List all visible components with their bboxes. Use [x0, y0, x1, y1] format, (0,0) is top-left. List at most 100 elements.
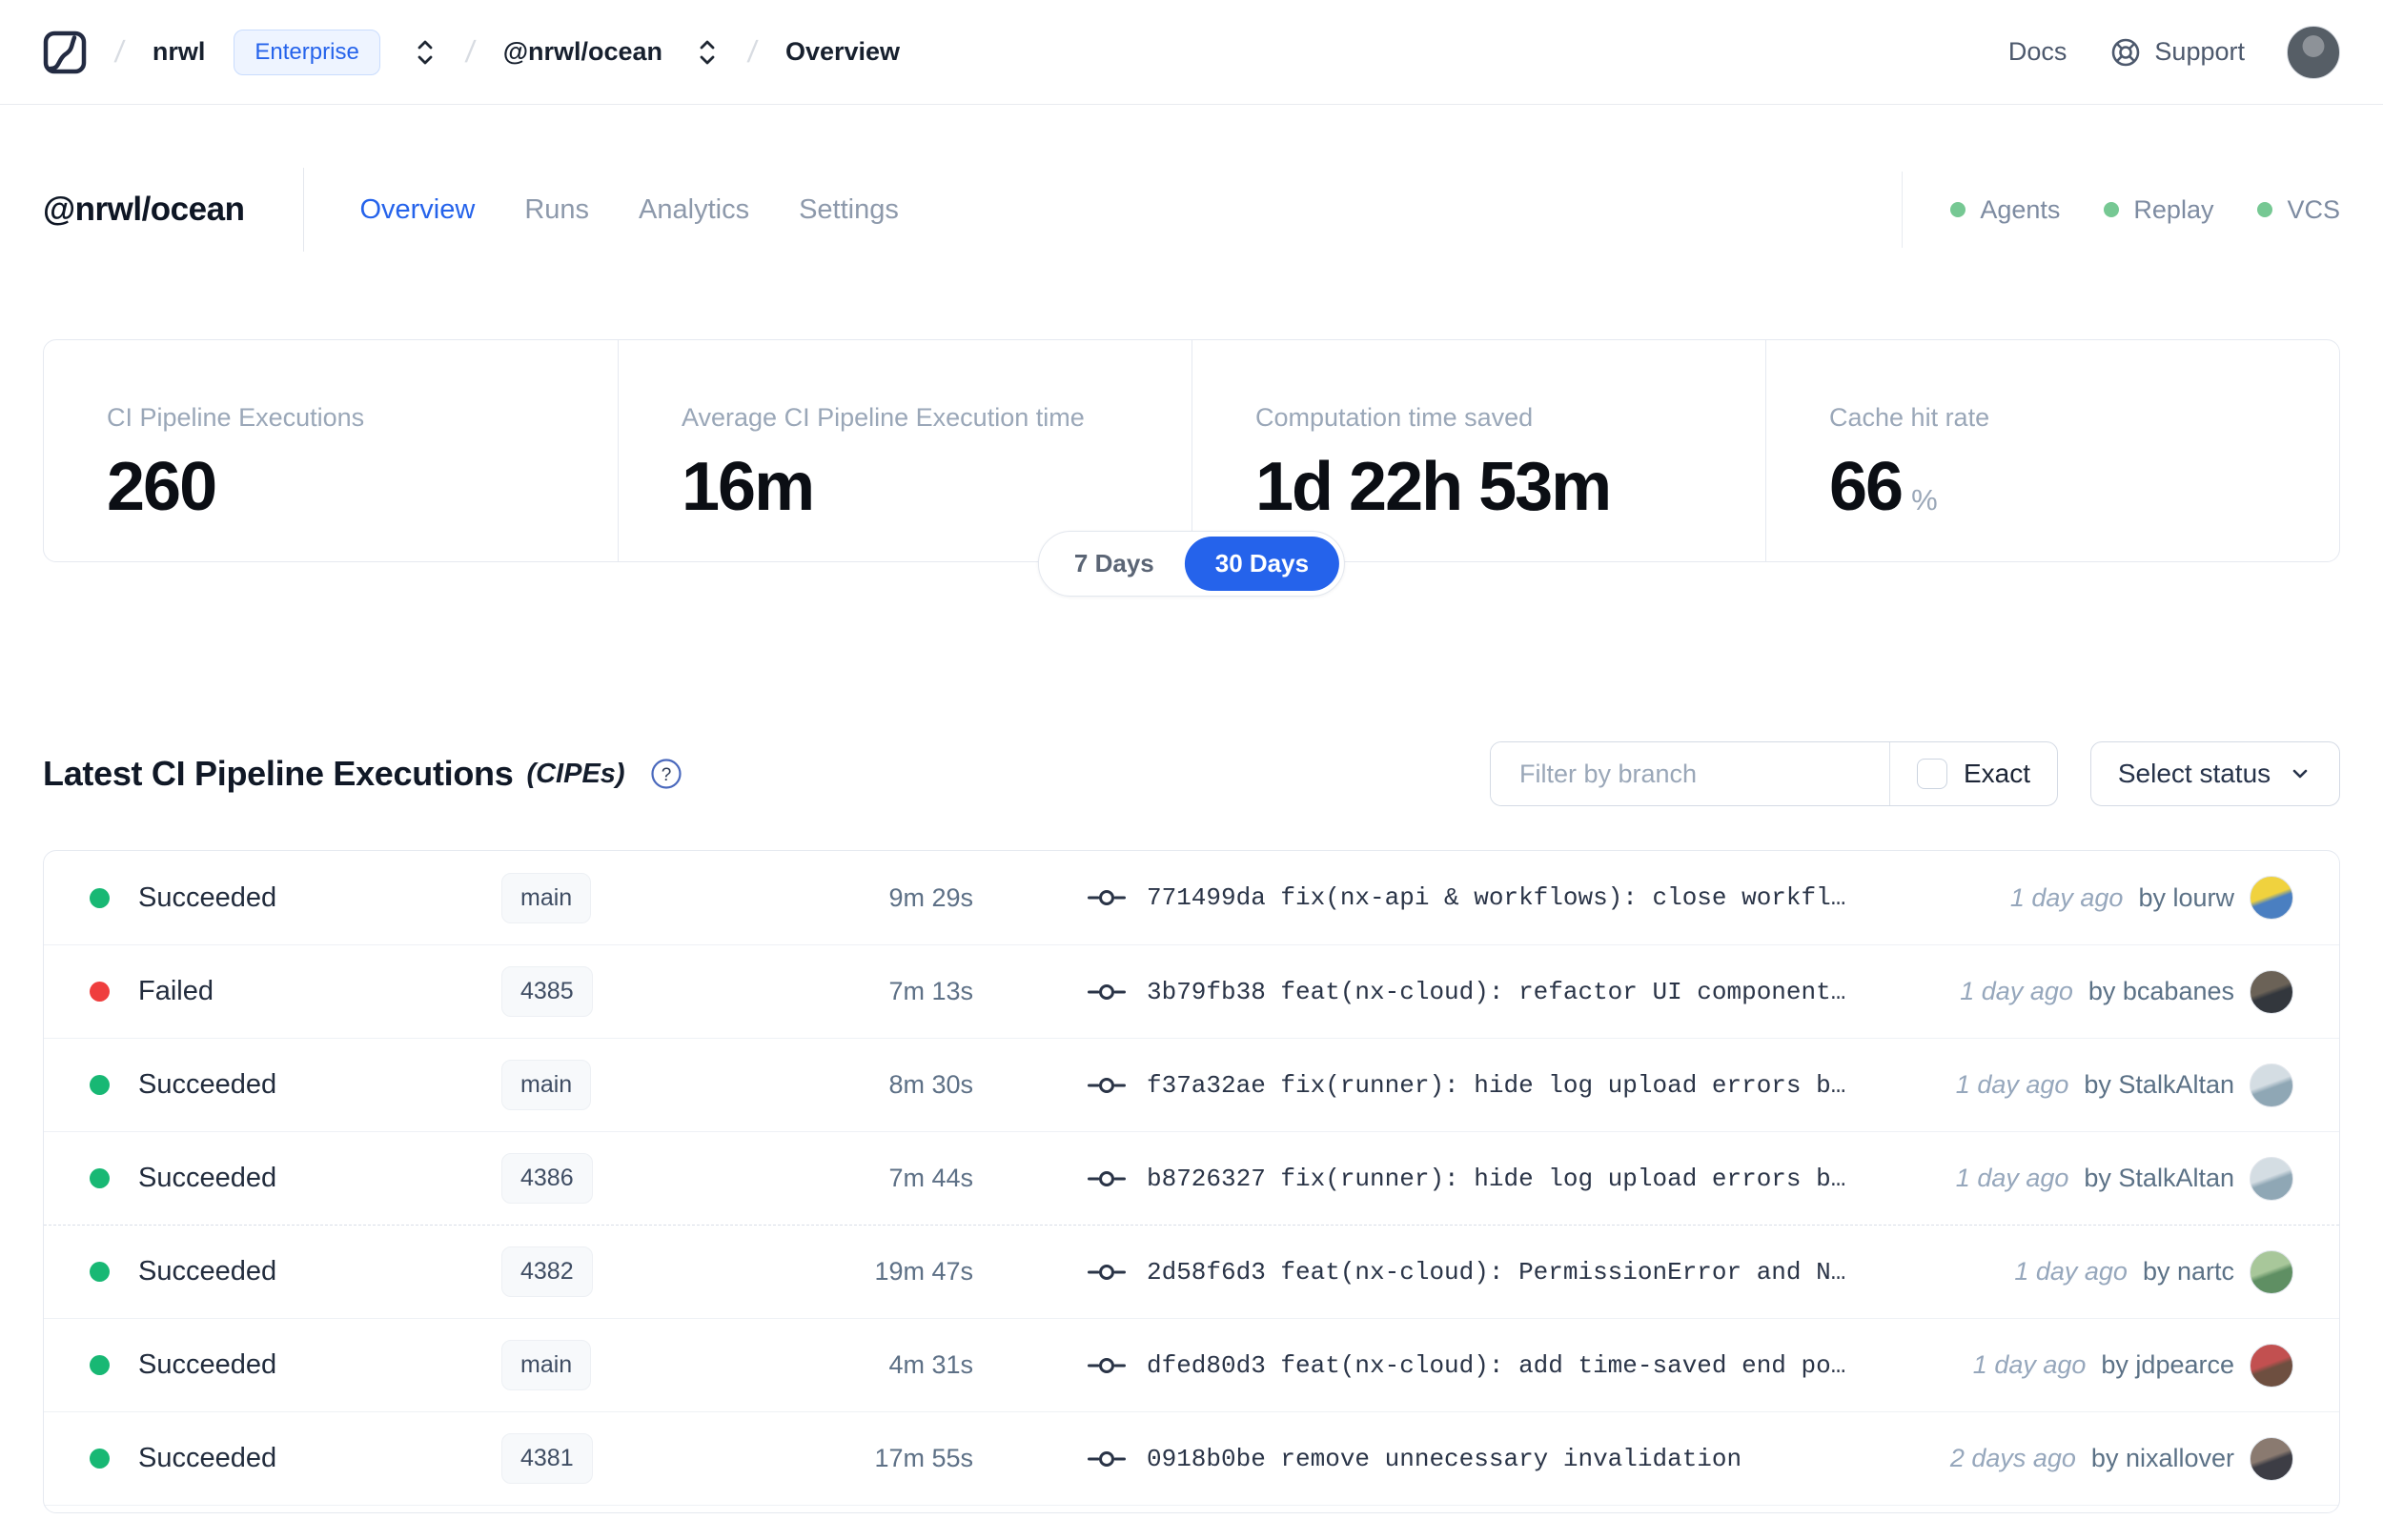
divider	[303, 168, 305, 252]
branch-filter-input[interactable]	[1490, 742, 1889, 805]
status-select-dropdown[interactable]: Select status	[2090, 741, 2340, 806]
commit-message: 2d58f6d3 feat(nx-cloud): PermissionError…	[1147, 1257, 1846, 1287]
table-row[interactable]: Succeeded main 8m 30s f37a32ae fix(runne…	[44, 1038, 2339, 1131]
run-status-label: Succeeded	[138, 1443, 277, 1473]
lifebuoy-icon	[2108, 35, 2143, 70]
user-avatar[interactable]	[2287, 25, 2340, 79]
git-commit-icon	[1088, 885, 1126, 910]
tab-overview[interactable]: Overview	[359, 194, 475, 226]
run-author: by lourw	[2138, 882, 2234, 912]
run-status-dot	[90, 887, 110, 908]
tab-runs[interactable]: Runs	[524, 194, 589, 226]
author-avatar	[2250, 876, 2293, 920]
branch-badge[interactable]: main	[501, 1060, 592, 1110]
status-agents[interactable]: Agents	[1950, 195, 2060, 225]
run-author: by nixallover	[2090, 1444, 2234, 1472]
branch-badge[interactable]: main	[501, 872, 592, 923]
green-status-dot	[1950, 202, 1966, 217]
green-status-dot	[2104, 202, 2120, 217]
divider	[1902, 172, 1904, 248]
section-title-suffix: (CIPEs)	[526, 758, 625, 789]
commit-link[interactable]: 0918b0be remove unnecessary invalidation	[1088, 1445, 1950, 1473]
enterprise-badge: Enterprise	[234, 29, 380, 75]
workspace-switcher-icon[interactable]	[695, 36, 720, 69]
run-status-dot	[90, 1355, 110, 1375]
run-duration: 8m 30s	[888, 1070, 973, 1099]
run-status-dot	[90, 1449, 110, 1469]
run-status-label: Succeeded	[138, 1163, 277, 1193]
stats-card: CI Pipeline Executions 260 Average CI Pi…	[43, 339, 2340, 562]
run-time-ago: 1 day ago	[1972, 1350, 2087, 1379]
run-duration: 19m 47s	[874, 1257, 973, 1286]
table-row[interactable]: Succeeded 4386 7m 44s b8726327 fix(runne…	[44, 1131, 2339, 1225]
chevron-down-icon	[2288, 761, 2312, 786]
branch-badge[interactable]: 4382	[501, 1246, 593, 1297]
run-status-label: Succeeded	[138, 1256, 277, 1287]
nx-cloud-logo-icon[interactable]	[43, 30, 87, 74]
branch-badge[interactable]: 4386	[501, 1153, 593, 1204]
breadcrumb-org[interactable]: nrwl	[153, 37, 206, 67]
commit-link[interactable]: b8726327 fix(runner): hide log upload er…	[1088, 1165, 1956, 1193]
run-duration: 4m 31s	[888, 1350, 973, 1379]
run-time-ago: 1 day ago	[1960, 977, 2073, 1005]
run-author: by StalkAltan	[2084, 1164, 2234, 1192]
status-replay[interactable]: Replay	[2104, 195, 2213, 225]
stat-ci-pipeline-executions: CI Pipeline Executions 260	[107, 403, 365, 525]
author-avatar	[2250, 1343, 2293, 1388]
commit-message: 3b79fb38 feat(nx-cloud): refactor UI com…	[1147, 977, 1846, 1006]
branch-badge[interactable]: main	[501, 1340, 592, 1390]
run-time-ago: 1 day ago	[2009, 882, 2124, 912]
author-avatar	[2250, 1156, 2293, 1201]
range-7-days[interactable]: 7 Days	[1044, 537, 1185, 591]
commit-link[interactable]: f37a32ae fix(runner): hide log upload er…	[1088, 1071, 1956, 1100]
support-link[interactable]: Support	[2108, 35, 2245, 70]
service-statuses: Agents Replay VCS	[1950, 195, 2340, 225]
commit-link[interactable]: dfed80d3 feat(nx-cloud): add time-saved …	[1088, 1351, 1973, 1380]
docs-link[interactable]: Docs	[2008, 37, 2067, 67]
git-commit-icon	[1088, 1353, 1126, 1378]
run-status-dot	[90, 1168, 110, 1188]
run-duration: 17m 55s	[874, 1444, 973, 1472]
commit-link[interactable]: 771499da fix(nx-api & workflows): close …	[1088, 883, 2010, 912]
run-time-ago: 1 day ago	[1955, 1164, 2069, 1192]
commit-message: b8726327 fix(runner): hide log upload er…	[1147, 1164, 1846, 1193]
run-duration: 7m 44s	[888, 1164, 973, 1192]
table-row[interactable]: Succeeded 4382 19m 47s 2d58f6d3 feat(nx-…	[44, 1225, 2339, 1318]
author-avatar	[2250, 1063, 2293, 1107]
date-range-toggle: 7 Days 30 Days	[1037, 531, 1346, 597]
run-time-ago: 1 day ago	[1955, 1070, 2069, 1099]
run-status-dot	[90, 1075, 110, 1095]
range-30-days[interactable]: 30 Days	[1184, 537, 1340, 591]
git-commit-icon	[1088, 1166, 1126, 1191]
branch-badge[interactable]: 4385	[501, 966, 593, 1017]
tab-settings[interactable]: Settings	[799, 194, 899, 226]
page-title: @nrwl/ocean	[43, 191, 245, 228]
commit-link[interactable]: 3b79fb38 feat(nx-cloud): refactor UI com…	[1088, 978, 1960, 1006]
commit-message: 0918b0be remove unnecessary invalidation	[1147, 1444, 1742, 1473]
svg-text:?: ?	[661, 765, 671, 785]
breadcrumb-workspace[interactable]: @nrwl/ocean	[503, 37, 662, 67]
status-vcs[interactable]: VCS	[2257, 195, 2340, 225]
git-commit-icon	[1088, 980, 1126, 1004]
author-avatar	[2250, 1436, 2293, 1481]
breadcrumb-separator: /	[112, 34, 127, 69]
table-row[interactable]: Succeeded main 9m 29s 771499da fix(nx-ap…	[44, 851, 2339, 944]
exact-checkbox[interactable]	[1916, 759, 1947, 789]
branch-badge[interactable]: 4381	[501, 1433, 593, 1484]
section-title: Latest CI Pipeline Executions	[43, 754, 514, 793]
commit-message: 771499da fix(nx-api & workflows): close …	[1147, 883, 1846, 912]
commit-link[interactable]: 2d58f6d3 feat(nx-cloud): PermissionError…	[1088, 1258, 2014, 1287]
table-row[interactable]: Succeeded 4381 17m 55s 0918b0be remove u…	[44, 1411, 2339, 1505]
exact-toggle[interactable]: Exact	[1888, 742, 2057, 805]
run-time-ago: 1 day ago	[2014, 1257, 2128, 1286]
stat-computation-time-saved: Computation time saved 1d 22h 53m	[1192, 340, 1765, 561]
commit-message: f37a32ae fix(runner): hide log upload er…	[1147, 1070, 1846, 1100]
tab-analytics[interactable]: Analytics	[639, 194, 749, 226]
table-row[interactable]: Failed 4385 7m 13s 3b79fb38 feat(nx-clou…	[44, 944, 2339, 1038]
org-switcher-icon[interactable]	[413, 36, 438, 69]
run-author: by StalkAltan	[2084, 1070, 2234, 1099]
table-row[interactable]: Succeeded main 4m 31s dfed80d3 feat(nx-c…	[44, 1318, 2339, 1411]
breadcrumb-page: Overview	[784, 37, 901, 66]
run-status-label: Succeeded	[138, 881, 277, 913]
help-icon[interactable]: ?	[648, 756, 684, 792]
